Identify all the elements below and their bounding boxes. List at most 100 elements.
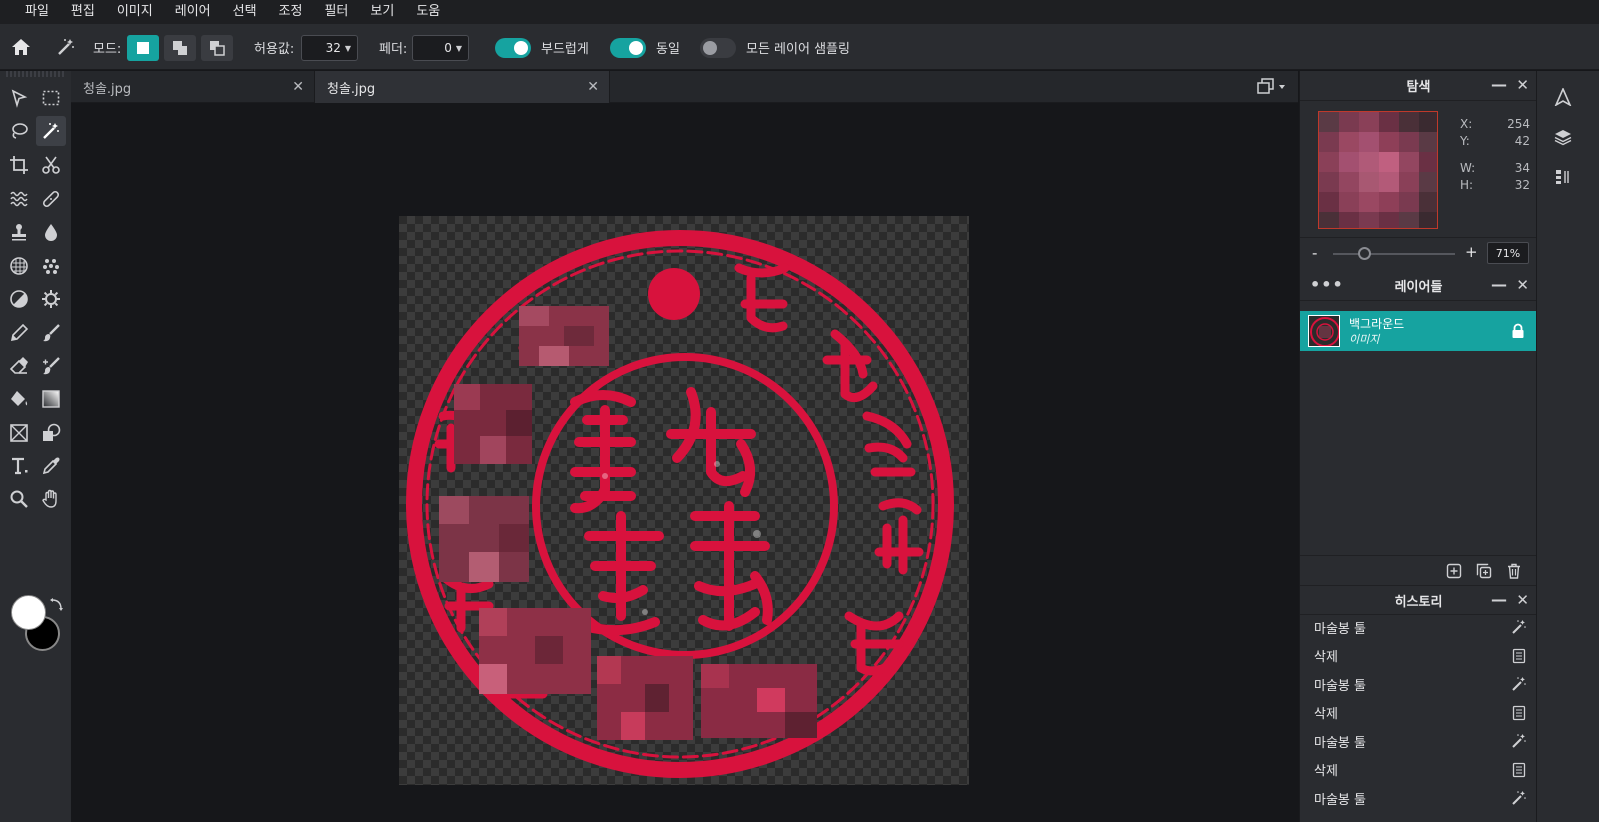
layer-type: 이미지: [1349, 333, 1380, 346]
history-item[interactable]: 마술봉 툴: [1300, 727, 1537, 755]
canvas-area[interactable]: [71, 103, 1298, 822]
layers-title: 레이어들: [1394, 280, 1443, 295]
history-item[interactable]: 마술봉 툴: [1300, 784, 1537, 812]
menu-filter[interactable]: 필터: [313, 0, 359, 24]
history-item-label: 마술봉 툴: [1314, 735, 1366, 751]
tab-document-2[interactable]: 청솔.jpg ✕: [315, 71, 610, 103]
close-icon[interactable]: ✕: [1516, 76, 1529, 94]
x-label: X:: [1460, 117, 1473, 131]
zoom-input[interactable]: 71%: [1487, 242, 1529, 264]
close-icon[interactable]: ✕: [587, 79, 599, 95]
magic-wand-tool-icon[interactable]: [36, 116, 66, 146]
menu-file[interactable]: 파일: [14, 0, 60, 24]
mode-add-selection-button[interactable]: [164, 35, 196, 61]
eyedropper-tool-icon[interactable]: [36, 451, 66, 481]
color-replace-tool-icon[interactable]: [36, 351, 66, 381]
caret-down-icon: ▼: [344, 43, 351, 53]
document-image[interactable]: [399, 216, 969, 785]
scissors-tool-icon[interactable]: [36, 150, 66, 180]
history-item-label: 삭제: [1314, 707, 1338, 722]
crop-tool-icon[interactable]: [4, 150, 34, 180]
menu-select[interactable]: 선택: [222, 0, 268, 24]
navigator-title: 탐색: [1406, 80, 1431, 95]
history-header: 히스토리 — ✕: [1300, 585, 1537, 615]
panel-grip[interactable]: [6, 71, 65, 77]
zoom-out-button[interactable]: -: [1312, 244, 1317, 262]
sponge-tool-icon[interactable]: [4, 251, 34, 281]
tolerance-input[interactable]: 32 ▼: [301, 35, 358, 61]
minimize-icon[interactable]: —: [1491, 275, 1507, 294]
layer-item-background[interactable]: 백그라운드 이미지: [1300, 311, 1537, 351]
brush-tool-icon[interactable]: [36, 318, 66, 348]
arrange-windows-icon[interactable]: [1254, 77, 1290, 97]
navigator-header: 탐색 — ✕: [1300, 71, 1537, 101]
layers-toggle-icon[interactable]: [1551, 125, 1575, 149]
mode-subtract-selection-button[interactable]: [201, 35, 233, 61]
menu-layer[interactable]: 레이어: [164, 0, 222, 24]
history-item[interactable]: 삭제: [1300, 756, 1537, 784]
properties-toggle-icon[interactable]: [1551, 165, 1575, 189]
zoom-tool-icon[interactable]: [4, 484, 34, 514]
sample-all-layers-toggle[interactable]: [700, 38, 736, 58]
lasso-tool-icon[interactable]: [4, 116, 34, 146]
navigator-info: X: 254 Y: 42 W: 34 H: 32: [1460, 117, 1530, 195]
sharpen-tool-icon[interactable]: [36, 284, 66, 314]
dodge-burn-tool-icon[interactable]: [4, 284, 34, 314]
home-icon[interactable]: [7, 33, 35, 61]
eraser-tool-icon[interactable]: [4, 351, 34, 381]
healing-tool-icon[interactable]: [36, 184, 66, 214]
zoom-slider-track[interactable]: [1333, 253, 1455, 255]
shape-tool-icon[interactable]: [36, 418, 66, 448]
document-icon: [1512, 762, 1526, 777]
navigator-thumbnail[interactable]: [1318, 111, 1438, 229]
history-item[interactable]: 마술봉 툴: [1300, 613, 1537, 641]
close-icon[interactable]: ✕: [1516, 276, 1529, 294]
close-icon[interactable]: ✕: [292, 79, 304, 95]
mode-new-selection-button[interactable]: [127, 35, 159, 61]
smooth-toggle[interactable]: [495, 38, 531, 58]
menu-view[interactable]: 보기: [359, 0, 405, 24]
history-item[interactable]: 삭제: [1300, 642, 1537, 670]
feather-input[interactable]: 0 ▼: [412, 35, 469, 61]
tab-document-1[interactable]: 청솔.jpg ✕: [71, 71, 315, 103]
minimize-icon[interactable]: —: [1491, 590, 1507, 609]
blur-tool-icon[interactable]: [36, 217, 66, 247]
move-tool-icon[interactable]: [4, 83, 34, 113]
layer-thumbnail: [1308, 315, 1340, 347]
menu-help[interactable]: 도움: [405, 0, 451, 24]
lock-icon[interactable]: [1511, 323, 1525, 339]
dots-tool-icon[interactable]: [36, 251, 66, 281]
add-layer-icon[interactable]: [1446, 563, 1462, 579]
navigator-toggle-icon[interactable]: [1551, 85, 1575, 109]
h-label: H:: [1460, 178, 1474, 192]
menu-edit[interactable]: 편집: [60, 0, 106, 24]
clone-stamp-tool-icon[interactable]: [4, 217, 34, 247]
history-item-label: 삭제: [1314, 650, 1338, 665]
zoom-slider-handle[interactable]: [1358, 247, 1371, 260]
menu-image[interactable]: 이미지: [106, 0, 164, 24]
zoom-in-button[interactable]: +: [1465, 243, 1478, 261]
foreground-color-swatch[interactable]: [11, 595, 46, 630]
tolerance-value: 32: [325, 41, 341, 55]
close-icon[interactable]: ✕: [1516, 591, 1529, 609]
layer-name: 백그라운드: [1349, 317, 1405, 331]
history-item[interactable]: 삭제: [1300, 699, 1537, 727]
pencil-tool-icon[interactable]: [4, 318, 34, 348]
duplicate-layer-icon[interactable]: [1476, 563, 1492, 579]
placeholder-frame-tool-icon[interactable]: [4, 418, 34, 448]
marquee-tool-icon[interactable]: [36, 83, 66, 113]
paint-bucket-tool-icon[interactable]: [4, 384, 34, 414]
hand-tool-icon[interactable]: [36, 484, 66, 514]
delete-layer-icon[interactable]: [1506, 563, 1522, 579]
gradient-tool-icon[interactable]: [36, 384, 66, 414]
tab-label: 청솔.jpg: [83, 81, 132, 97]
menu-adjust[interactable]: 조정: [268, 0, 314, 24]
document-icon: [1512, 648, 1526, 663]
swap-colors-icon[interactable]: [49, 597, 65, 613]
liquify-tool-icon[interactable]: [4, 184, 34, 214]
history-item[interactable]: 마술봉 툴: [1300, 670, 1537, 698]
more-options-icon[interactable]: •••: [1310, 275, 1344, 294]
text-tool-icon[interactable]: [4, 451, 34, 481]
contiguous-toggle[interactable]: [610, 38, 646, 58]
minimize-icon[interactable]: —: [1491, 75, 1507, 94]
